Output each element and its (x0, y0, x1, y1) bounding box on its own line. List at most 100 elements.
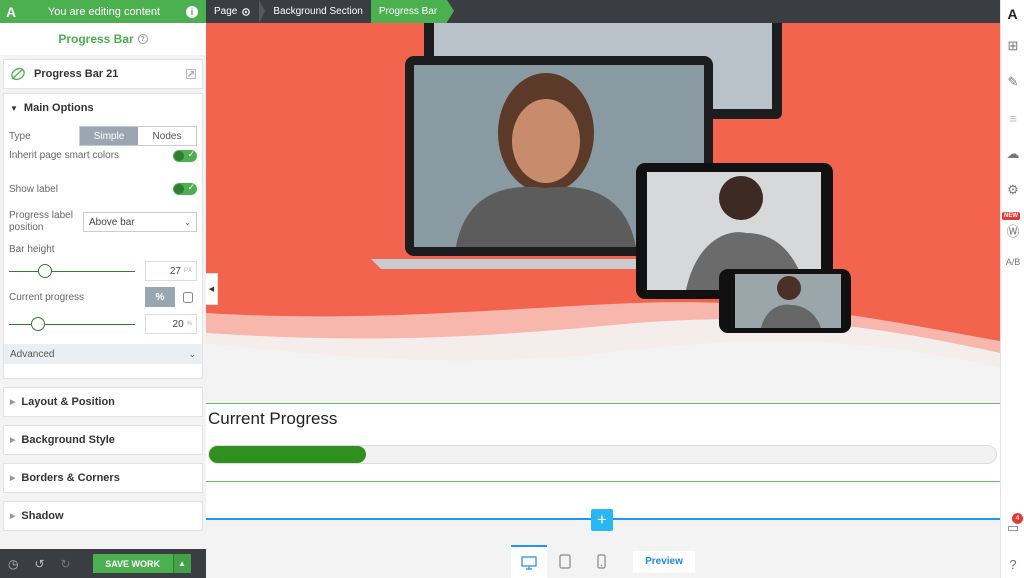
current-progress-value: 20 (172, 318, 184, 330)
undo-icon[interactable]: ↺ (34, 557, 44, 571)
section-header: ▶ Background Style (4, 426, 202, 454)
brand-logo[interactable]: A (0, 0, 22, 23)
inherit-colors-label: Inherit page smart colors (9, 150, 120, 161)
progress-fill (209, 446, 366, 463)
tablet-view-button[interactable] (547, 545, 583, 578)
bar-height-value: 27 (169, 265, 181, 277)
new-badge: NEW (1002, 212, 1020, 220)
current-progress-input[interactable]: 20 % (145, 314, 197, 334)
editing-status-text: You are editing content (47, 5, 161, 18)
advanced-toggle[interactable]: Advanced ⌄ (4, 344, 202, 364)
wordpress-icon[interactable]: NEW Ⓦ (1001, 208, 1024, 244)
element-name-field[interactable]: Progress Bar 21 ↗ (3, 59, 203, 89)
redo-icon[interactable]: ↻ (61, 557, 71, 571)
section-label: Shadow (21, 510, 64, 522)
caret-down-icon: ▼ (10, 103, 18, 113)
settings-gear-icon[interactable]: ⚙ (1001, 172, 1024, 208)
breadcrumb-current-label: Progress Bar (378, 6, 438, 17)
brand-logo-icon[interactable]: A (1001, 0, 1024, 28)
caret-right-icon: ▶ (10, 475, 16, 482)
sliders-icon[interactable]: ≡ (1001, 100, 1024, 136)
bar-height-label-row: Bar height (7, 242, 199, 256)
current-progress-label: Current progress (9, 291, 85, 303)
breadcrumb: Page Background Section Progress Bar (206, 0, 455, 23)
progress-bar-element[interactable]: Current Progress (206, 403, 1000, 482)
percent-unit-button[interactable]: % (145, 287, 175, 307)
sidebar-collapse-tab[interactable]: ◀ (206, 273, 218, 305)
caret-right-icon: ▶ (10, 437, 16, 444)
section-layout-position[interactable]: ▶ Layout & Position (3, 387, 203, 417)
preview-button[interactable]: Preview (633, 550, 695, 573)
section-background-style[interactable]: ▶ Background Style (3, 425, 203, 455)
bar-height-label: Bar height (9, 243, 55, 255)
history-icon[interactable]: ◷ (8, 557, 18, 571)
panel-title: Progress Bar ? (0, 23, 206, 55)
notifications-badge: 4 (1012, 513, 1023, 524)
label-position-row: Progress label position Above bar ⌄ (7, 202, 199, 242)
main-options-header[interactable]: ▼ Main Options (4, 94, 202, 122)
help-question-icon[interactable]: ? (1001, 546, 1024, 578)
progress-title: Current Progress (208, 409, 338, 428)
main-options-label: Main Options (23, 102, 94, 114)
type-simple-button[interactable]: Simple (80, 127, 138, 145)
tablet-icon (559, 554, 571, 569)
notifications-icon[interactable]: ▭ 4 (1001, 510, 1024, 546)
section-header: ▶ Shadow (4, 502, 202, 530)
info-icon[interactable]: i (186, 5, 198, 18)
add-content-icon[interactable]: ⊞ (1001, 28, 1024, 64)
show-label-label: Show label (9, 183, 58, 195)
panel-title-label: Progress Bar (58, 32, 134, 46)
section-borders-corners[interactable]: ▶ Borders & Corners (3, 463, 203, 493)
device-preview-bar: Preview (206, 545, 1000, 578)
breadcrumb-page[interactable]: Page (206, 0, 259, 23)
hero-devices-image[interactable] (206, 23, 1000, 368)
bar-height-input[interactable]: 27 PX (145, 261, 197, 281)
progress-track (208, 445, 997, 464)
gear-icon[interactable] (241, 7, 251, 17)
add-element-button[interactable]: + (591, 509, 613, 531)
section-label: Borders & Corners (21, 472, 120, 484)
current-progress-row: 20 % (7, 308, 199, 340)
slider-thumb[interactable] (38, 264, 52, 278)
unit-controls: % (145, 287, 197, 307)
type-label: Type (9, 130, 31, 142)
editing-banner: A You are editing content i (0, 0, 206, 23)
mobile-view-button[interactable] (583, 545, 619, 578)
breadcrumb-section-label: Background Section (273, 6, 363, 17)
help-icon[interactable]: ? (137, 34, 148, 44)
bar-height-row: 27 PX (7, 256, 199, 286)
breadcrumb-section[interactable]: Background Section (265, 0, 371, 23)
bar-height-unit: PX (183, 268, 192, 274)
bar-height-slider[interactable] (9, 264, 135, 278)
element-name-label: Progress Bar 21 (34, 68, 119, 80)
desktop-view-button[interactable] (511, 545, 547, 578)
external-link-icon[interactable]: ↗ (186, 69, 196, 80)
slider-thumb[interactable] (31, 317, 45, 331)
save-work-button[interactable]: SAVE WORK (92, 554, 173, 573)
label-position-select[interactable]: Above bar ⌄ (83, 212, 197, 232)
section-label: Layout & Position (21, 396, 115, 408)
type-nodes-button[interactable]: Nodes (138, 127, 196, 145)
cloud-download-icon[interactable]: ☁ (1001, 136, 1024, 172)
section-header: ▶ Borders & Corners (4, 464, 202, 492)
current-progress-unit: % (186, 321, 192, 327)
inherit-colors-toggle[interactable] (173, 149, 197, 162)
main-options-body: Type Simple Nodes Inherit page smart col… (4, 122, 202, 344)
ab-test-icon[interactable]: A/B (1001, 244, 1024, 280)
section-label: Background Style (21, 434, 115, 446)
breadcrumb-current[interactable]: Progress Bar (370, 0, 455, 23)
section-shadow[interactable]: ▶ Shadow (3, 501, 203, 531)
current-progress-slider[interactable] (9, 317, 135, 331)
label-position-value: Above bar (89, 216, 135, 228)
database-icon[interactable] (183, 291, 193, 303)
show-label-toggle[interactable] (173, 182, 197, 195)
brush-icon[interactable]: ✎ (1001, 64, 1024, 100)
advanced-label: Advanced (10, 348, 55, 360)
progress-bar-element-icon (11, 67, 25, 81)
caret-right-icon: ▶ (10, 399, 16, 406)
page-canvas: ◀ Current Progress + Preview (206, 23, 1000, 578)
right-bar-spacer (1001, 280, 1024, 510)
right-toolbar: A ⊞ ✎ ≡ ☁ ⚙ NEW Ⓦ A/B ▭ 4 ? (1000, 0, 1024, 578)
type-row: Type Simple Nodes (7, 122, 199, 150)
save-options-chevron-icon[interactable]: ▲ (172, 554, 191, 573)
